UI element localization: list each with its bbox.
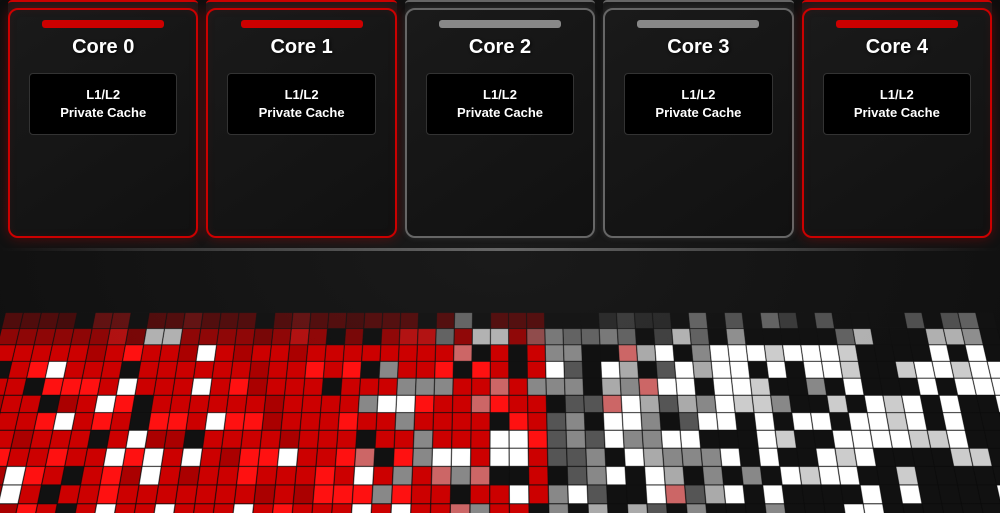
core-4-cache-box: L1/L2Private Cache (823, 73, 971, 135)
core-4-indicator (836, 20, 958, 28)
core-0-indicator (42, 20, 164, 28)
core-0-cache-box: L1/L2Private Cache (29, 73, 177, 135)
core-block-1: Core 1 L1/L2Private Cache (206, 8, 396, 238)
core-1-label: Core 1 (270, 36, 332, 59)
pixel-grid-area (0, 283, 1000, 513)
core-0-label: Core 0 (72, 36, 134, 59)
core-2-cache-label: L1/L2Private Cache (437, 86, 563, 122)
core-block-3: Core 3 L1/L2Private Cache (603, 8, 793, 238)
core-2-indicator (439, 20, 561, 28)
core-0-cache-label: L1/L2Private Cache (40, 86, 166, 122)
core-block-4: Core 4 L1/L2Private Cache (802, 8, 992, 238)
core-2-label: Core 2 (469, 36, 531, 59)
core-block-0: Core 0 L1/L2Private Cache (8, 8, 198, 238)
core-4-cache-label: L1/L2Private Cache (834, 86, 960, 122)
core-block-2: Core 2 L1/L2Private Cache (405, 8, 595, 238)
core-3-cache-label: L1/L2Private Cache (635, 86, 761, 122)
core-1-cache-label: L1/L2Private Cache (238, 86, 364, 122)
perspective-wrapper (0, 297, 1000, 513)
pixel-canvas (0, 297, 1000, 513)
core-4-label: Core 4 (866, 36, 928, 59)
core-3-cache-box: L1/L2Private Cache (624, 73, 772, 135)
core-3-label: Core 3 (667, 36, 729, 59)
core-2-cache-box: L1/L2Private Cache (426, 73, 574, 135)
divider (0, 248, 1000, 251)
core-1-cache-box: L1/L2Private Cache (227, 73, 375, 135)
cores-row: Core 0 L1/L2Private Cache Core 1 L1/L2Pr… (0, 0, 1000, 250)
core-3-indicator (637, 20, 759, 28)
core-1-indicator (241, 20, 363, 28)
